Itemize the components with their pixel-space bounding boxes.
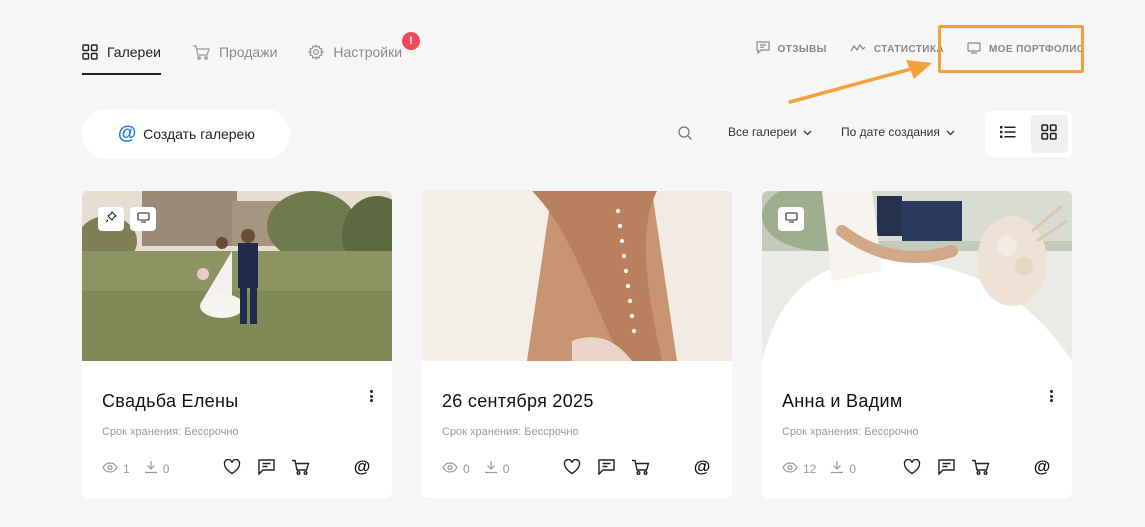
grid-icon — [82, 44, 98, 60]
gallery-filter-label: Все галереи — [728, 125, 797, 139]
list-view-button[interactable] — [989, 115, 1027, 153]
main-nav: Галереи Продажи Настройки — [82, 30, 433, 75]
storage-period: Срок хранения: Бессрочно — [782, 426, 919, 438]
more-options-icon[interactable] — [366, 389, 376, 403]
portfolio-badge[interactable] — [778, 207, 804, 231]
at-icon[interactable]: @ — [1032, 457, 1052, 477]
views-stat: 1 — [102, 462, 130, 476]
annotation-arrow-icon — [788, 60, 932, 104]
monitor-icon — [136, 210, 150, 228]
downloads-stat: 0 — [830, 460, 856, 477]
gallery-title[interactable]: 26 сентября 2025 — [442, 391, 594, 412]
heart-icon[interactable] — [222, 457, 242, 477]
views-count: 0 — [463, 461, 470, 476]
chevron-down-icon — [946, 125, 955, 139]
downloads-stat: 0 — [484, 460, 510, 477]
stats-icon — [850, 43, 866, 56]
comment-icon[interactable] — [596, 457, 616, 477]
gallery-title[interactable]: Свадьба Елены — [102, 391, 238, 412]
eye-icon — [442, 461, 458, 476]
search-icon[interactable] — [677, 125, 693, 146]
more-options-icon[interactable] — [1046, 389, 1056, 403]
chevron-down-icon — [803, 125, 812, 139]
eye-icon — [782, 461, 798, 476]
gallery-filter-dropdown[interactable]: Все галереи — [728, 125, 812, 139]
gallery-stats: 1 0 — [102, 460, 183, 477]
settings-alert-badge: ! — [402, 32, 420, 50]
downloads-stat: 0 — [144, 460, 170, 477]
storage-period: Срок хранения: Бессрочно — [102, 426, 239, 438]
card-badges — [778, 207, 804, 231]
gear-icon — [308, 44, 325, 60]
comment-icon[interactable] — [936, 457, 956, 477]
tab-sales-label: Продажи — [218, 44, 278, 60]
eye-icon — [102, 461, 118, 476]
cart-icon[interactable] — [970, 457, 990, 477]
tab-settings[interactable]: Настройки — [308, 30, 402, 74]
at-icon[interactable]: @ — [352, 457, 372, 477]
pin-badge[interactable] — [98, 207, 124, 231]
views-count: 12 — [803, 461, 817, 476]
reviews-link-label: ОТЗЫВЫ — [777, 43, 827, 55]
create-gallery-button[interactable]: @ Создать галерею — [82, 109, 290, 159]
gallery-stats: 0 0 — [442, 460, 523, 477]
storage-period: Срок хранения: Бессрочно — [442, 426, 579, 438]
grid-view-button[interactable] — [1030, 115, 1068, 153]
downloads-count: 0 — [502, 461, 510, 476]
pin-icon — [105, 210, 117, 228]
grid-view-icon — [1041, 123, 1057, 145]
gallery-stats: 12 0 — [782, 460, 870, 477]
card-actions — [562, 457, 650, 477]
gallery-card[interactable]: Свадьба Елены Срок хранения: Бессрочно 1… — [82, 191, 392, 498]
sort-dropdown[interactable]: По дате создания — [841, 125, 955, 139]
tab-settings-label: Настройки — [333, 44, 403, 60]
gallery-card[interactable]: 26 сентября 2025 Срок хранения: Бессрочн… — [422, 191, 732, 498]
heart-icon[interactable] — [902, 457, 922, 477]
views-stat: 0 — [442, 462, 470, 476]
gallery-cover-photo[interactable] — [82, 191, 392, 361]
download-icon — [830, 460, 844, 477]
comment-icon[interactable] — [256, 457, 276, 477]
tab-sales[interactable]: Продажи — [192, 30, 277, 74]
bride-back-photo-icon — [422, 191, 732, 361]
card-actions — [902, 457, 990, 477]
view-toggle — [985, 111, 1072, 157]
download-icon — [484, 460, 498, 477]
at-logo-icon: @ — [117, 123, 137, 144]
views-stat: 12 — [782, 462, 816, 476]
at-icon[interactable]: @ — [692, 457, 712, 477]
cart-icon[interactable] — [630, 457, 650, 477]
bride-bouquet-photo-icon — [762, 191, 1072, 361]
comment-icon — [755, 41, 770, 57]
gallery-cover-photo[interactable] — [422, 191, 732, 361]
gallery-cover-photo[interactable] — [762, 191, 1072, 361]
views-count: 1 — [123, 461, 130, 476]
card-badges — [98, 207, 156, 231]
statistics-link-label: СТАТИСТИКА — [873, 43, 944, 55]
downloads-count: 0 — [162, 461, 170, 476]
cart-icon — [192, 44, 210, 60]
cart-icon[interactable] — [290, 457, 310, 477]
list-view-icon — [999, 125, 1016, 144]
tab-galleries[interactable]: Галереи — [82, 30, 161, 75]
gallery-card[interactable]: Анна и Вадим Срок хранения: Бессрочно 12… — [762, 191, 1072, 498]
portfolio-highlight-box — [938, 25, 1084, 73]
create-gallery-label: Создать галерею — [143, 126, 255, 142]
card-actions — [222, 457, 310, 477]
tab-galleries-label: Галереи — [107, 44, 161, 60]
heart-icon[interactable] — [562, 457, 582, 477]
portfolio-badge[interactable] — [130, 207, 156, 231]
download-icon — [144, 460, 158, 477]
downloads-count: 0 — [849, 461, 857, 476]
sort-label: По дате создания — [841, 125, 940, 139]
gallery-title[interactable]: Анна и Вадим — [782, 391, 903, 412]
monitor-icon — [784, 210, 798, 228]
